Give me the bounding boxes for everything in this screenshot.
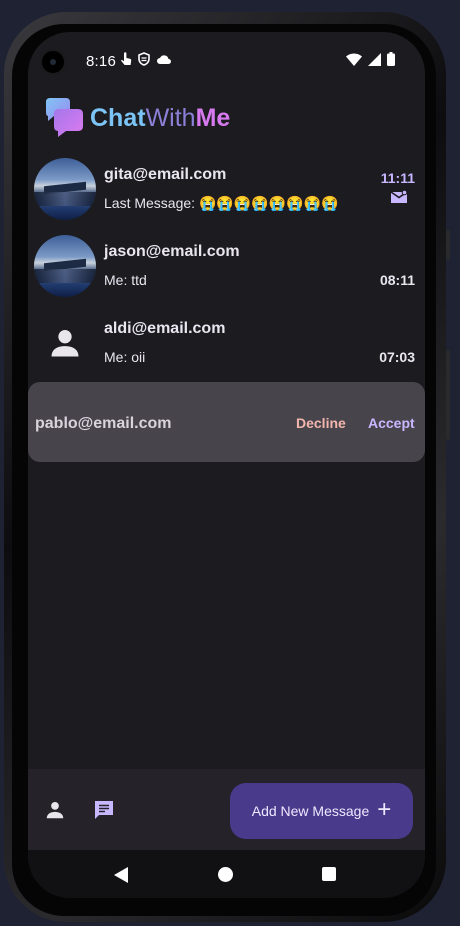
profile-nav-person-icon[interactable] (44, 799, 66, 821)
chat-contact-name: gita@email.com (104, 166, 227, 183)
app-title: ChatWithMe (90, 104, 230, 133)
chat-item-aldi[interactable]: aldi@email.com Me: oii 07:03 (28, 308, 425, 385)
plus-icon: + (377, 796, 392, 823)
signal-icon (368, 52, 381, 66)
chat-contact-name: jason@email.com (104, 243, 240, 260)
logo-text-with: With (145, 103, 196, 132)
chat-contact-name: aldi@email.com (104, 320, 226, 337)
status-bar: 8:16 (28, 32, 425, 90)
bottom-navigation: Add New Message + (28, 769, 425, 850)
system-navigation-bar (28, 850, 425, 898)
chat-item-gita[interactable]: gita@email.com Last Message: 😭😭😭😭😭😭😭😭 11… (28, 154, 425, 231)
chat-bubbles-logo-icon (46, 98, 83, 137)
wifi-icon (346, 53, 362, 66)
logo-text-me: Me (195, 103, 231, 132)
avatar (34, 312, 96, 374)
decline-button[interactable]: Decline (296, 415, 346, 431)
status-left-icons (120, 52, 172, 66)
chat-time: 11:11 (380, 170, 415, 186)
camera-cutout (40, 49, 66, 75)
add-new-message-label: Add New Message (251, 803, 370, 819)
cloud-icon (157, 55, 171, 64)
chat-time: 08:11 (379, 272, 415, 288)
logo-text-chat: Chat (90, 103, 146, 132)
side-button (446, 230, 450, 260)
app-screen: 8:16 ChatWithMe gita@email.com Last Mess (28, 32, 425, 898)
home-icon[interactable] (218, 867, 233, 882)
app-logo: ChatWithMe (42, 96, 230, 140)
add-new-message-button[interactable]: Add New Message + (230, 783, 413, 839)
status-time: 8:16 (86, 53, 116, 70)
chat-last-message: Last Message: 😭😭😭😭😭😭😭😭 (104, 195, 339, 211)
chats-nav-chat-icon[interactable] (92, 798, 116, 822)
battery-icon (387, 52, 395, 66)
chat-request-card: pablo@email.com Decline Accept (28, 382, 425, 462)
side-button (446, 350, 450, 440)
chat-time: 07:03 (379, 349, 415, 365)
avatar (34, 158, 96, 220)
recents-icon[interactable] (322, 867, 336, 881)
accept-button[interactable]: Accept (368, 415, 415, 431)
touch-icon (121, 52, 132, 65)
chat-list: gita@email.com Last Message: 😭😭😭😭😭😭😭😭 11… (28, 154, 425, 385)
person-icon (51, 330, 79, 357)
back-icon[interactable] (114, 867, 128, 883)
chat-last-message: Me: oii (104, 349, 146, 365)
unread-mail-icon (390, 190, 408, 203)
request-email: pablo@email.com (35, 415, 172, 432)
chat-item-jason[interactable]: jason@email.com Me: ttd 08:11 (28, 231, 425, 308)
status-right-icons (346, 52, 395, 66)
chat-last-message: Me: ttd (104, 272, 147, 288)
shield-icon (138, 52, 150, 66)
avatar (34, 235, 96, 297)
